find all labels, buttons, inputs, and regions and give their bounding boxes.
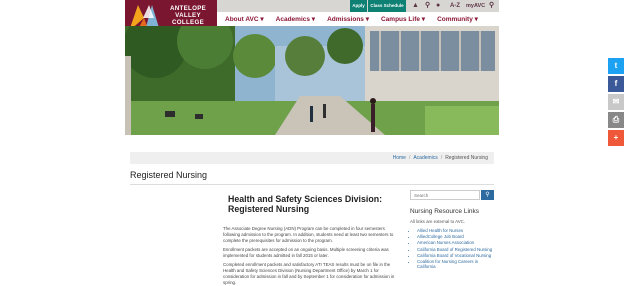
social-share-bar: t f ✉ ⎙ +	[608, 58, 624, 148]
logo-line-2: VALLEY	[175, 12, 201, 20]
resource-link[interactable]: California Board of Registered Nursing	[417, 247, 497, 253]
hero-campus-image	[125, 26, 499, 135]
breadcrumb-home[interactable]: Home	[393, 155, 406, 161]
nav-community[interactable]: Community ▾	[437, 14, 478, 26]
nav-about[interactable]: About AVC ▾	[225, 14, 264, 26]
resource-links: Allied Health for Nurses AlliedCollege J…	[417, 228, 497, 271]
breadcrumb-separator: /	[408, 155, 411, 161]
breadcrumb-current: Registered Nursing	[445, 155, 488, 161]
paragraph: The Associate Degree Nursing (ADN) Progr…	[223, 226, 394, 243]
search-button[interactable]: ⚲	[481, 190, 494, 200]
apply-button[interactable]: Apply	[350, 0, 367, 12]
location-icon[interactable]: ⚲	[425, 1, 430, 11]
email-icon[interactable]: ✉	[608, 94, 624, 110]
search-icon[interactable]: ⚲	[489, 1, 494, 11]
directory-icon[interactable]: ▲	[412, 1, 419, 11]
paragraph: Completed enrollment packets and satisfa…	[223, 262, 395, 285]
class-schedule-button[interactable]: Class Schedule	[368, 0, 406, 12]
a-z-link[interactable]: A-Z	[450, 1, 460, 11]
share-plus-icon[interactable]: +	[608, 130, 624, 146]
resource-link[interactable]: American Nurses Association	[417, 240, 497, 246]
nav-academics[interactable]: Academics ▾	[276, 14, 315, 26]
logo-line-1: ANTELOPE	[169, 5, 207, 12]
main-content: Health and Safety Sciences Division: Reg…	[223, 194, 400, 286]
facebook-icon[interactable]: f	[608, 76, 624, 92]
resource-link[interactable]: AlliedCollege Job Board	[417, 234, 497, 240]
print-icon[interactable]: ⎙	[608, 112, 624, 128]
logo-text: ANTELOPE VALLEY COLLEGE	[162, 5, 214, 27]
sidebar-heading: Nursing Resource Links	[410, 208, 480, 215]
resource-link[interactable]: Allied Health for Nurses	[417, 228, 497, 234]
nav-admissions[interactable]: Admissions ▾	[327, 14, 369, 26]
breadcrumb-separator: /	[440, 155, 443, 161]
main-heading: Health and Safety Sciences Division: Reg…	[228, 194, 382, 214]
myavc-link[interactable]: myAVC	[466, 1, 485, 11]
info-icon[interactable]: ●	[436, 1, 440, 11]
resource-link[interactable]: California Board of Vocational Nursing	[417, 253, 497, 259]
resource-link[interactable]: Coalition for Nursing Careers in Califor…	[417, 259, 497, 270]
paragraph: Enrollment packets are accepted on an on…	[223, 247, 389, 258]
page-title: Registered Nursing	[130, 170, 208, 180]
hero-illustration	[125, 26, 499, 135]
main-nav: About AVC ▾ Academics ▾ Admissions ▾ Cam…	[225, 14, 490, 26]
twitter-icon[interactable]: t	[608, 58, 624, 74]
nav-campus-life[interactable]: Campus Life ▾	[381, 14, 425, 26]
search-input[interactable]	[410, 190, 480, 200]
breadcrumb-academics[interactable]: Academics	[413, 155, 437, 161]
sidebar-subtext: All links are external to AVC.	[410, 219, 466, 224]
breadcrumb: Home / Academics / Registered Nursing	[130, 152, 494, 164]
divider	[130, 184, 494, 185]
